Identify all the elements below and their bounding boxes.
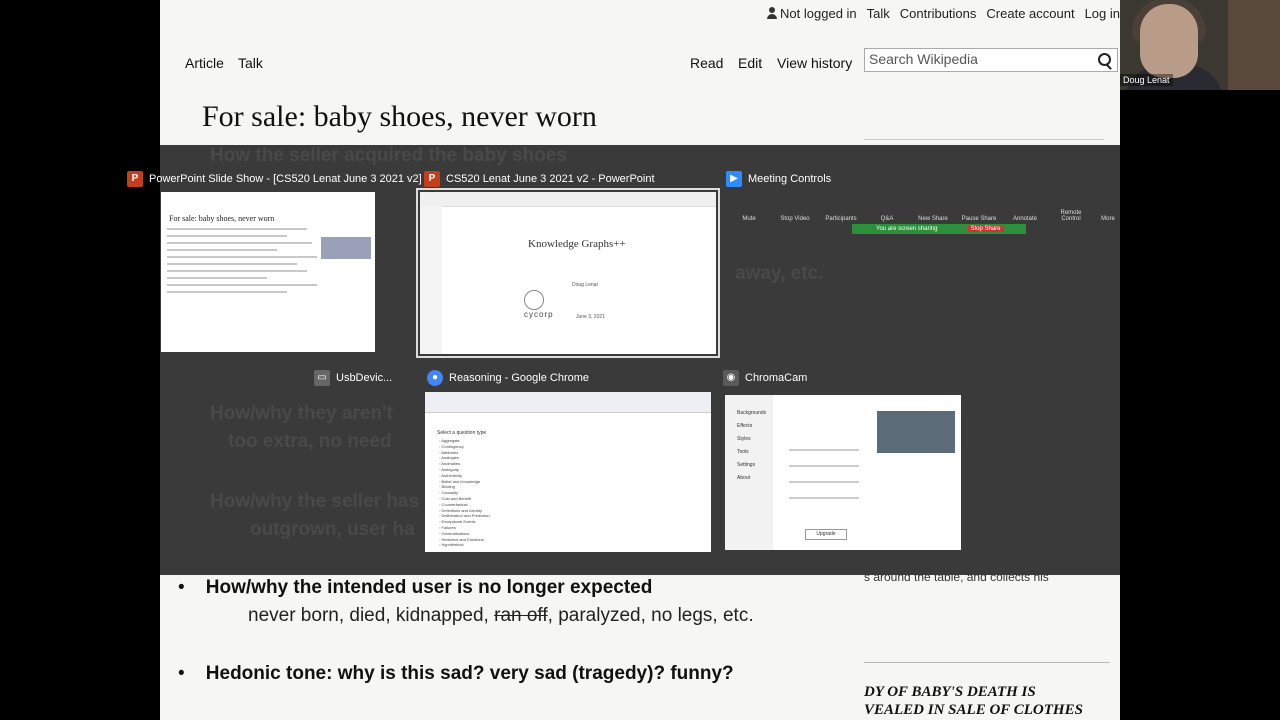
new-share-button[interactable]: New Share: [912, 216, 954, 222]
participants-button[interactable]: Participants: [820, 216, 862, 222]
thumb-slide-heading: Knowledge Graphs++: [528, 238, 626, 250]
chromacam-menu-item[interactable]: Settings: [737, 459, 773, 472]
not-logged-in-label: Not logged in: [780, 6, 857, 21]
chromacam-menu-item[interactable]: About: [737, 472, 773, 485]
window-label-chromacam[interactable]: ◉ ChromaCam: [723, 370, 807, 386]
window-title: UsbDevic...: [336, 372, 393, 384]
stop-video-button[interactable]: Stop Video: [774, 216, 816, 222]
side-heading-2: VEALED IN SALE OF CLOTHES: [864, 702, 1083, 718]
not-logged-in-status: Not logged in: [767, 6, 857, 21]
ghost-text: too extra, no need: [228, 431, 392, 452]
window-label-chrome[interactable]: ● Reasoning - Google Chrome: [427, 370, 589, 386]
chromacam-menu-item[interactable]: Tools: [737, 446, 773, 459]
tab-view-history[interactable]: View history: [777, 55, 852, 71]
participant-name: Doug Lenat: [1120, 74, 1173, 86]
user-icon: [767, 7, 778, 19]
divider: [864, 139, 1104, 140]
question-type-item[interactable]: ◦ Hypothetical: [439, 542, 490, 548]
powerpoint-icon: P: [424, 171, 440, 187]
personal-tools: Not logged in Talk Contributions Create …: [767, 6, 1120, 21]
detail-part-b: , paralyzed, no legs, etc.: [547, 605, 754, 626]
detail-strikethrough: ran off: [494, 605, 548, 626]
usb-device-icon: ▭: [314, 370, 330, 386]
chromacam-menu-item[interactable]: Effects: [737, 420, 773, 433]
remote-control-button[interactable]: Remote Control: [1050, 210, 1092, 222]
chrome-toolbar: [425, 392, 711, 413]
mute-button[interactable]: Mute: [728, 216, 770, 222]
thumb-slide-title: For sale: baby shoes, never worn: [169, 214, 275, 223]
question-type-list: ◦ Aggregate ◦ Contingency ◦ Attributes ◦ An…: [439, 438, 490, 548]
cycorp-logo: [524, 290, 544, 310]
thumb-date: June 3, 2021: [576, 314, 605, 320]
background-art: [1228, 0, 1280, 90]
ghost-text: outgrown, user ha: [250, 519, 415, 540]
tab-read[interactable]: Read: [690, 55, 723, 71]
tab-edit[interactable]: Edit: [738, 55, 762, 71]
window-title: ChromaCam: [745, 372, 808, 384]
window-thumbnail-chromacam[interactable]: Backgrounds Effects Styles Tools Settings Abo…: [725, 395, 961, 550]
thumb-author: Doug Lenat: [572, 282, 598, 288]
webcam-video: Doug Lenat: [1120, 0, 1280, 90]
question-type-heading: Select a question type: [437, 430, 487, 436]
upgrade-button[interactable]: Upgrade: [805, 529, 847, 540]
side-divider: [864, 662, 1110, 663]
slide-title: For sale: baby shoes, never worn: [202, 100, 597, 133]
detail-part-a: never born, died, kidnapped,: [248, 605, 495, 626]
camera-preview: [877, 411, 955, 453]
qa-button[interactable]: Q&A: [866, 216, 908, 222]
window-title: Meeting Controls: [748, 173, 832, 185]
slide-panel: [420, 206, 442, 354]
window-thumbnail-powerpoint[interactable]: Knowledge Graphs++ cycorp Doug Lenat Jun…: [416, 188, 720, 358]
bullet-intended-user-detail: never born, died, kidnapped, ran off, pa…: [248, 605, 754, 627]
window-label-slideshow[interactable]: P PowerPoint Slide Show - [CS520 Lenat J…: [127, 171, 422, 187]
ghost-text: away, etc.: [735, 263, 824, 284]
chromacam-menu-item[interactable]: Styles: [737, 433, 773, 446]
ghost-text: How/why the seller has: [210, 491, 420, 512]
side-heading-1: DY OF BABY'S DEATH IS: [864, 684, 1036, 700]
bullet-hedonic-tone: • Hedonic tone: why is this sad? very sa…: [178, 663, 734, 684]
pause-share-button[interactable]: Pause Share: [958, 216, 1000, 222]
zoom-camera-icon: ▶: [726, 171, 742, 187]
window-label-powerpoint[interactable]: P CS520 Lenat June 3 2021 v2 - PowerPoin…: [424, 171, 655, 187]
search-input[interactable]: [865, 49, 1093, 69]
cycorp-brand: cycorp: [524, 310, 554, 319]
chromacam-icon: ◉: [723, 370, 739, 386]
log-in-link[interactable]: Log in: [1085, 6, 1120, 21]
window-label-usb-device[interactable]: ▭ UsbDevic...: [314, 370, 392, 386]
bullet-intended-user-text: How/why the intended user is no longer e…: [205, 577, 653, 598]
stop-share-button[interactable]: Stop Share: [967, 226, 1004, 232]
search-icon[interactable]: [1098, 53, 1111, 66]
chromacam-menu-item[interactable]: Backgrounds: [737, 407, 773, 420]
sharing-notice: You are screen sharing: [876, 226, 938, 232]
contributions-link[interactable]: Contributions: [900, 6, 977, 21]
tab-article[interactable]: Article: [185, 55, 224, 71]
person-face: [1140, 4, 1198, 78]
window-title: PowerPoint Slide Show - [CS520 Lenat Jun…: [149, 173, 422, 185]
thumb-image: [321, 237, 371, 259]
window-title: Reasoning - Google Chrome: [449, 372, 590, 384]
powerpoint-icon: P: [127, 171, 143, 187]
ribbon: [420, 192, 716, 207]
talk-link[interactable]: Talk: [867, 6, 890, 21]
window-thumbnail-chrome[interactable]: Select a question type ◦ Aggregate ◦ Cont…: [425, 392, 711, 552]
ghost-text: How/why they aren't: [210, 403, 393, 424]
sharing-banner: You are screen sharing Stop Share: [852, 224, 1026, 234]
window-title: CS520 Lenat June 3 2021 v2 - PowerPoint: [446, 173, 655, 185]
more-button[interactable]: More: [1096, 216, 1120, 222]
bullet-hedonic-tone-text: Hedonic tone: why is this sad? very sad …: [205, 663, 734, 684]
annotate-button[interactable]: Annotate: [1004, 216, 1046, 222]
meeting-toolbar: Mute Stop Video Participants Q&A New Sha…: [728, 196, 1143, 222]
window-thumbnail-slideshow[interactable]: For sale: baby shoes, never worn: [161, 192, 375, 352]
window-label-meeting-controls[interactable]: ▶ Meeting Controls: [726, 171, 831, 187]
ghost-text: How the seller acquired the baby shoes: [210, 145, 567, 166]
create-account-link[interactable]: Create account: [986, 6, 1074, 21]
chrome-icon: ●: [427, 370, 443, 386]
bullet-intended-user: • How/why the intended user is no longer…: [178, 577, 653, 598]
chromacam-sidebar: Backgrounds Effects Styles Tools Settings Abo…: [725, 395, 773, 550]
search-box[interactable]: [864, 48, 1118, 72]
tab-talk[interactable]: Talk: [238, 55, 263, 71]
